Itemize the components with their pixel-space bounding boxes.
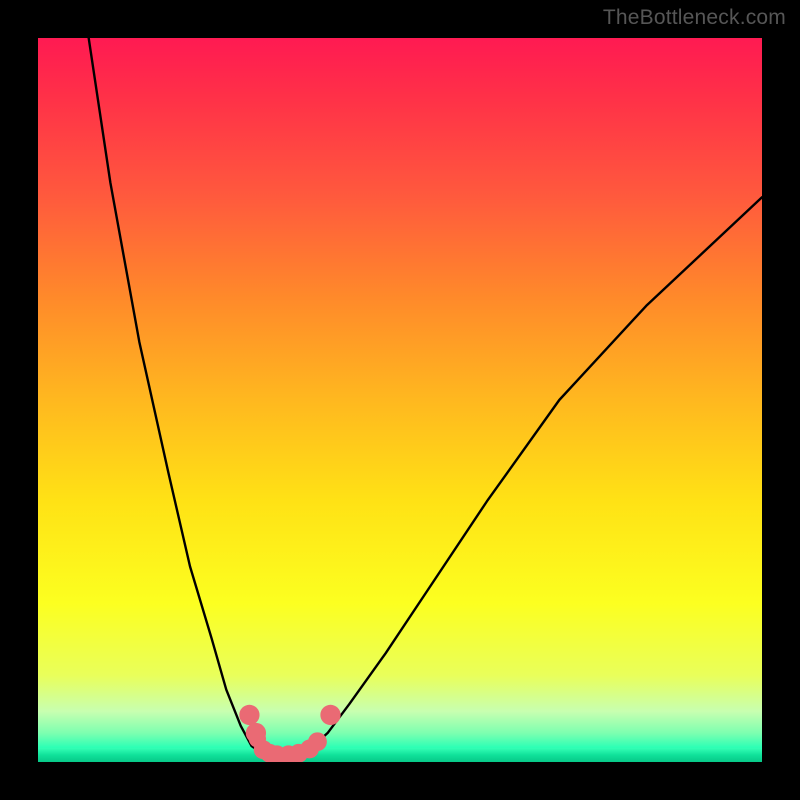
- data-marker: [308, 732, 327, 751]
- chart-frame: TheBottleneck.com: [0, 0, 800, 800]
- watermark-text: TheBottleneck.com: [603, 6, 786, 30]
- data-marker: [239, 705, 259, 725]
- data-marker: [320, 705, 340, 725]
- chart-svg: [38, 38, 762, 762]
- curve-right-curve: [284, 197, 762, 755]
- plot-area: [38, 38, 762, 762]
- curve-left-curve: [89, 38, 284, 755]
